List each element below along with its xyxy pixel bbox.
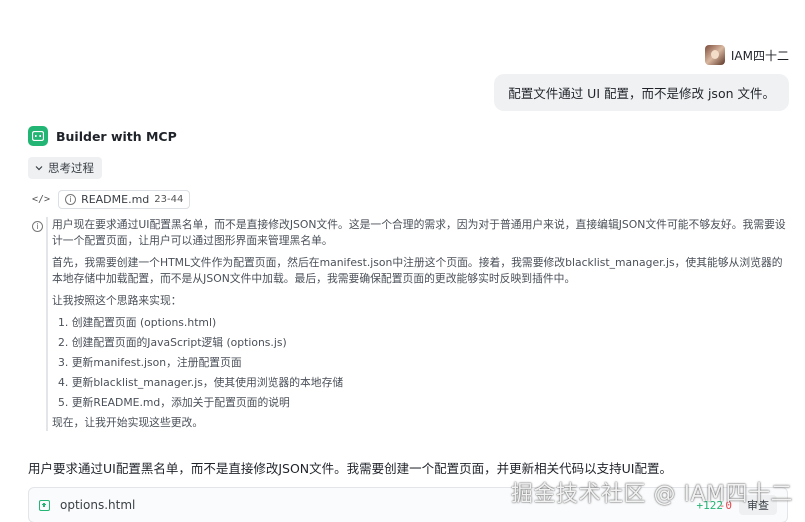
- list-item: 2. 创建配置页面的JavaScript逻辑 (options.js): [58, 336, 287, 349]
- thinking-paragraph: 让我按照这个思路来实现：: [52, 294, 182, 307]
- list-item: 4. 更新blacklist_manager.js，使其使用浏览器的本地存储: [58, 376, 344, 389]
- chevron-down-icon: [35, 166, 43, 171]
- code-icon: </>: [32, 194, 51, 205]
- list-item: 1. 创建配置页面 (options.html): [58, 316, 217, 329]
- thought-info-icon: i: [32, 221, 43, 232]
- bot-avatar-icon: [28, 126, 48, 146]
- file-card-name: options.html: [60, 498, 136, 512]
- bot-header: Builder with MCP: [28, 126, 177, 146]
- assistant-response-text: 用户要求通过UI配置黑名单，而不是直接修改JSON文件。我需要创建一个配置页面，…: [28, 461, 672, 476]
- file-reference-name: README.md: [81, 193, 150, 206]
- file-reference-chip[interactable]: i README.md 23-44: [58, 190, 191, 209]
- file-added-icon: [39, 499, 50, 511]
- info-icon: i: [65, 194, 77, 205]
- thinking-body: 用户现在要求通过UI配置黑名单，而不是直接修改JSON文件。这是一个合理的需求，…: [46, 217, 786, 431]
- thinking-steps-list: 1. 创建配置页面 (options.html) 2. 创建配置页面的JavaS…: [58, 315, 786, 411]
- thinking-paragraph: 首先，我需要创建一个HTML文件作为配置页面，然后在manifest.json中…: [52, 256, 783, 285]
- thinking-closing: 现在，让我开始实现这些更改。: [52, 416, 204, 429]
- user-avatar[interactable]: [704, 45, 725, 65]
- user-header: IAM四十二: [704, 45, 789, 65]
- list-item: 5. 更新README.md，添加关于配置页面的说明: [58, 396, 290, 409]
- watermark: 掘金技术社区 @ IAM四十二: [510, 482, 793, 507]
- bot-name: Builder with MCP: [56, 128, 177, 144]
- list-item: 3. 更新manifest.json，注册配置页面: [58, 356, 242, 369]
- user-name: IAM四十二: [730, 48, 789, 63]
- user-message-bubble: 配置文件通过 UI 配置，而不是修改 json 文件。: [494, 74, 789, 111]
- file-reference-row: </> i README.md 23-44: [32, 190, 191, 209]
- thinking-content: i 用户现在要求通过UI配置黑名单，而不是直接修改JSON文件。这是一个合理的需…: [32, 217, 792, 437]
- file-reference-range: 23-44: [154, 194, 184, 205]
- thinking-paragraph: 用户现在要求通过UI配置黑名单，而不是直接修改JSON文件。这是一个合理的需求，…: [52, 218, 786, 247]
- thinking-toggle-button[interactable]: 思考过程: [28, 157, 102, 179]
- thinking-toggle-label: 思考过程: [48, 161, 94, 175]
